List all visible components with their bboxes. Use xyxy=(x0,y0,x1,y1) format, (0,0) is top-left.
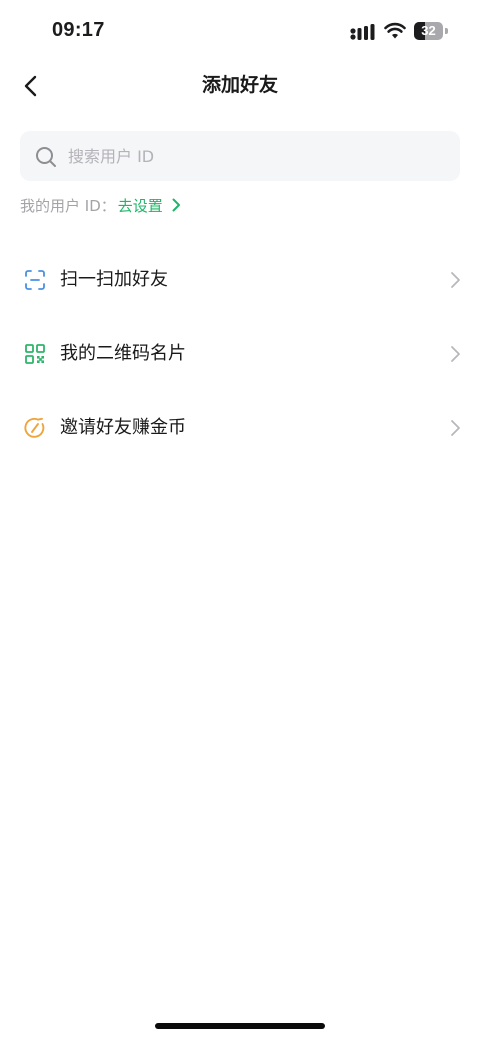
menu-item-qr-code[interactable]: 我的二维码名片 xyxy=(0,317,480,391)
menu-item-label: 邀请好友赚金币 xyxy=(60,417,186,438)
battery-tip xyxy=(445,28,448,34)
chevron-left-icon xyxy=(24,75,37,97)
user-id-row: 我的用户 ID： 去设置 xyxy=(20,193,181,217)
status-time: 09:17 xyxy=(52,19,105,41)
wifi-icon xyxy=(384,22,406,39)
search-box[interactable] xyxy=(20,131,460,181)
nav-bar: 添加好友 xyxy=(0,62,480,110)
qr-code-icon xyxy=(25,344,45,364)
scan-icon xyxy=(25,270,45,290)
battery-level: 32 xyxy=(421,23,436,38)
user-id-label: 我的用户 ID： xyxy=(20,196,116,215)
home-indicator[interactable] xyxy=(155,1023,325,1029)
signal-icon xyxy=(350,24,375,40)
status-bar: 09:17 32 xyxy=(0,0,480,62)
chevron-right-icon xyxy=(451,346,460,362)
chevron-right-icon xyxy=(451,420,460,436)
battery-icon: 32 xyxy=(414,22,448,40)
menu-item-label: 我的二维码名片 xyxy=(60,343,186,364)
chevron-right-icon xyxy=(451,272,460,288)
menu-list: 扫一扫加好友 我的二维码名片 邀请好友赚金币 xyxy=(0,243,480,465)
menu-item-label: 扫一扫加好友 xyxy=(60,269,168,290)
page-title: 添加好友 xyxy=(201,74,278,96)
coin-icon xyxy=(24,417,45,438)
chevron-right-icon xyxy=(172,198,180,212)
search-icon xyxy=(36,147,56,167)
set-user-id-link[interactable]: 去设置 xyxy=(118,195,181,216)
menu-item-scan[interactable]: 扫一扫加好友 xyxy=(0,243,480,317)
back-button[interactable] xyxy=(14,68,50,104)
menu-item-invite[interactable]: 邀请好友赚金币 xyxy=(0,391,480,465)
set-user-id-label: 去设置 xyxy=(117,196,163,215)
search-input[interactable] xyxy=(68,131,448,181)
